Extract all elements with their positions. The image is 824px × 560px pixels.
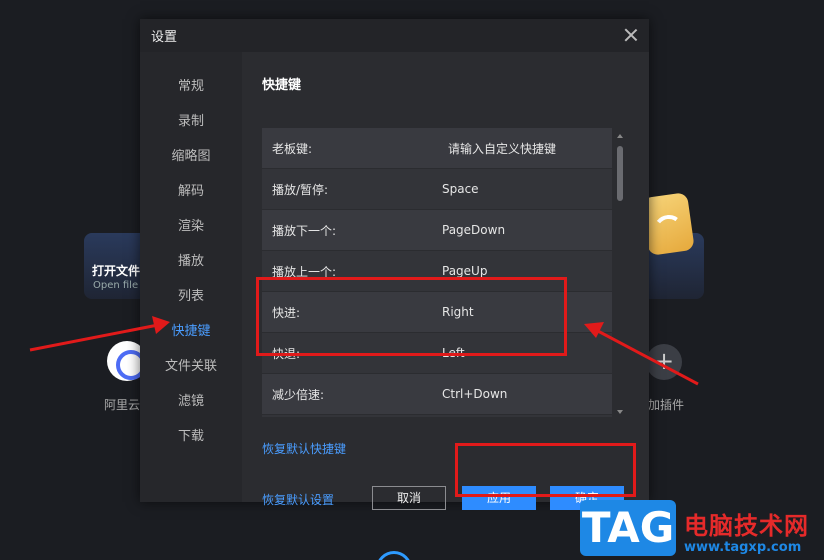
watermark-url: www.tagxp.com [684,540,802,555]
annotation-arrows [29,316,699,386]
arrow-to-shortcuts-tab [29,316,170,352]
watermark-logo: TAG [580,500,676,556]
arrow-to-shortcut-rows [584,322,699,386]
watermark-site-name: 电脑技术网 [684,512,809,540]
